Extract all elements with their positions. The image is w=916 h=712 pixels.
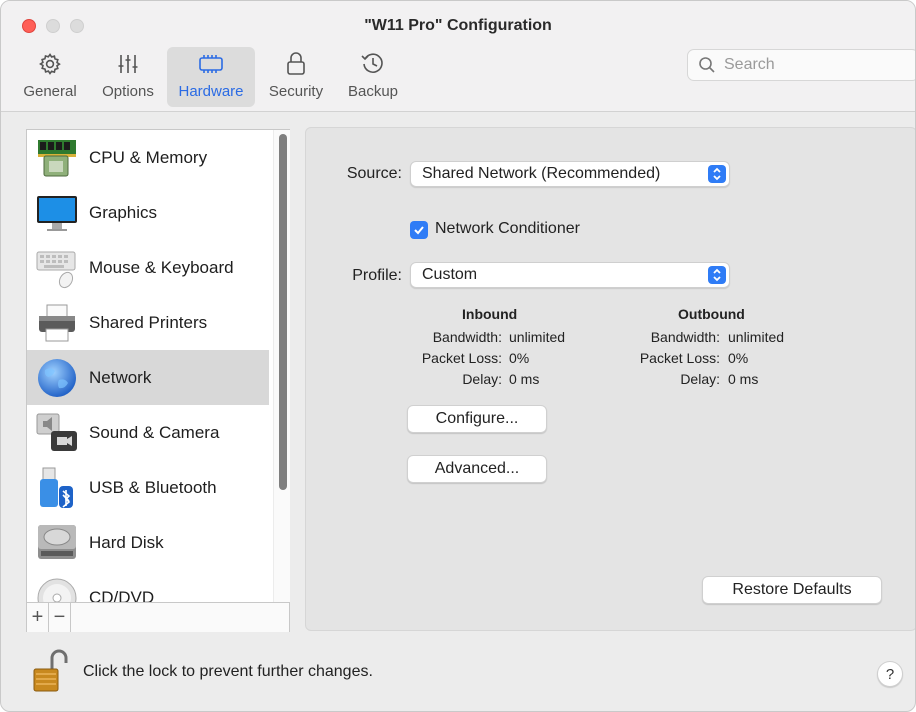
restore-defaults-button[interactable]: Restore Defaults xyxy=(702,576,882,604)
speaker-camera-icon xyxy=(35,411,79,455)
sidebar-item-shared-printers[interactable]: Shared Printers xyxy=(27,295,269,350)
hardware-sidebar: CPU & Memory Graphics Mouse & Keyboard S… xyxy=(26,129,290,632)
tab-hardware-label: Hardware xyxy=(178,83,244,100)
sidebar-item-label: Hard Disk xyxy=(89,532,164,552)
sidebar-item-usb-bluetooth[interactable]: USB & Bluetooth xyxy=(27,460,269,515)
tab-hardware[interactable]: Hardware xyxy=(167,47,255,107)
sidebar-scrollbar-thumb[interactable] xyxy=(279,134,287,490)
inbound-heading: Inbound xyxy=(462,306,518,322)
sidebar-item-label: Graphics xyxy=(89,202,158,222)
profile-label: Profile: xyxy=(352,267,402,284)
hardware-list: CPU & Memory Graphics Mouse & Keyboard S… xyxy=(27,130,273,602)
sidebar-item-sound-camera[interactable]: Sound & Camera xyxy=(27,405,269,460)
sidebar-item-network[interactable]: Network xyxy=(27,350,269,405)
history-icon xyxy=(340,47,406,81)
sidebar-item-cd-dvd[interactable]: CD/DVD xyxy=(27,570,269,602)
unlocked-padlock-icon[interactable] xyxy=(32,649,68,693)
outbound-heading: Outbound xyxy=(678,306,745,322)
search-field[interactable] xyxy=(687,49,915,81)
tab-backup[interactable]: Backup xyxy=(340,47,406,107)
inbound-packet-loss-key: Packet Loss: xyxy=(421,350,502,366)
remove-device-button[interactable]: − xyxy=(49,603,71,632)
sidebar-item-label: CD/DVD xyxy=(89,587,155,603)
tab-general[interactable]: General xyxy=(15,47,85,107)
title-bar: "W11 Pro" Configuration General Options xyxy=(1,1,915,112)
sliders-icon xyxy=(94,47,162,81)
source-value: Shared Network (Recommended) xyxy=(422,165,661,182)
sidebar-item-label: Sound & Camera xyxy=(89,422,220,442)
configure-button[interactable]: Configure... xyxy=(407,405,547,433)
network-settings-panel: Source: Shared Network (Recommended) Net… xyxy=(305,127,915,631)
outbound-delay-key: Delay: xyxy=(680,371,720,387)
lock-icon xyxy=(261,47,331,81)
tab-options-label: Options xyxy=(102,83,154,100)
monitor-icon xyxy=(35,191,79,235)
network-conditioner-checkbox[interactable] xyxy=(410,221,428,239)
outbound-bandwidth-value: unlimited xyxy=(728,329,785,345)
tab-options[interactable]: Options xyxy=(94,47,162,107)
sidebar-item-label: USB & Bluetooth xyxy=(89,477,217,497)
popup-arrows-icon xyxy=(708,266,726,284)
source-popup[interactable]: Shared Network (Recommended) xyxy=(410,161,730,187)
inbound-packet-loss-value: 0% xyxy=(509,350,530,366)
advanced-button[interactable]: Advanced... xyxy=(407,455,547,483)
search-input[interactable] xyxy=(724,56,904,74)
source-label: Source: xyxy=(346,165,402,182)
popup-arrows-icon xyxy=(708,165,726,183)
sidebar-item-label: Network xyxy=(89,367,152,387)
chip-icon xyxy=(167,47,255,81)
search-icon xyxy=(699,57,715,73)
window-title: "W11 Pro" Configuration xyxy=(364,17,552,34)
sidebar-item-label: CPU & Memory xyxy=(89,147,208,167)
sidebar-footer: + − xyxy=(27,602,289,632)
inbound-bandwidth-value: unlimited xyxy=(509,329,566,345)
configuration-window: "W11 Pro" Configuration General Options xyxy=(0,0,916,712)
gear-icon xyxy=(15,47,85,81)
sidebar-item-graphics[interactable]: Graphics xyxy=(27,185,269,240)
inbound-delay-key: Delay: xyxy=(462,371,502,387)
profile-popup[interactable]: Custom xyxy=(410,262,730,288)
inbound-delay-value: 0 ms xyxy=(509,371,540,387)
sidebar-item-mouse-keyboard[interactable]: Mouse & Keyboard xyxy=(27,240,269,295)
outbound-packet-loss-key: Packet Loss: xyxy=(639,350,720,366)
help-button[interactable]: ? xyxy=(877,661,903,687)
add-device-button[interactable]: + xyxy=(27,603,49,632)
disc-icon xyxy=(35,576,79,602)
sidebar-item-label: Shared Printers xyxy=(89,312,208,332)
sidebar-item-label: Mouse & Keyboard xyxy=(89,257,234,277)
tab-security-label: Security xyxy=(268,83,324,100)
tab-backup-label: Backup xyxy=(347,83,399,100)
checkmark-icon xyxy=(414,226,424,235)
lock-status-text: Click the lock to prevent further change… xyxy=(83,663,373,680)
sidebar-scrollbar[interactable] xyxy=(273,130,290,602)
sidebar-item-cpu-memory[interactable]: CPU & Memory xyxy=(27,130,269,185)
network-conditioner-label: Network Conditioner xyxy=(435,220,580,237)
outbound-packet-loss-value: 0% xyxy=(728,350,749,366)
tab-general-label: General xyxy=(23,83,77,100)
sidebar-item-hard-disk[interactable]: Hard Disk xyxy=(27,515,269,570)
tab-security[interactable]: Security xyxy=(261,47,331,107)
hard-disk-icon xyxy=(35,521,79,565)
globe-icon xyxy=(35,356,79,400)
inbound-bandwidth-key: Bandwidth: xyxy=(432,329,502,345)
profile-value: Custom xyxy=(422,266,478,283)
outbound-bandwidth-key: Bandwidth: xyxy=(650,329,720,345)
printer-icon xyxy=(35,301,79,345)
keyboard-mouse-icon xyxy=(35,246,79,290)
usb-bluetooth-icon xyxy=(35,466,79,510)
cpu-memory-icon xyxy=(35,136,79,180)
outbound-delay-value: 0 ms xyxy=(728,371,759,387)
